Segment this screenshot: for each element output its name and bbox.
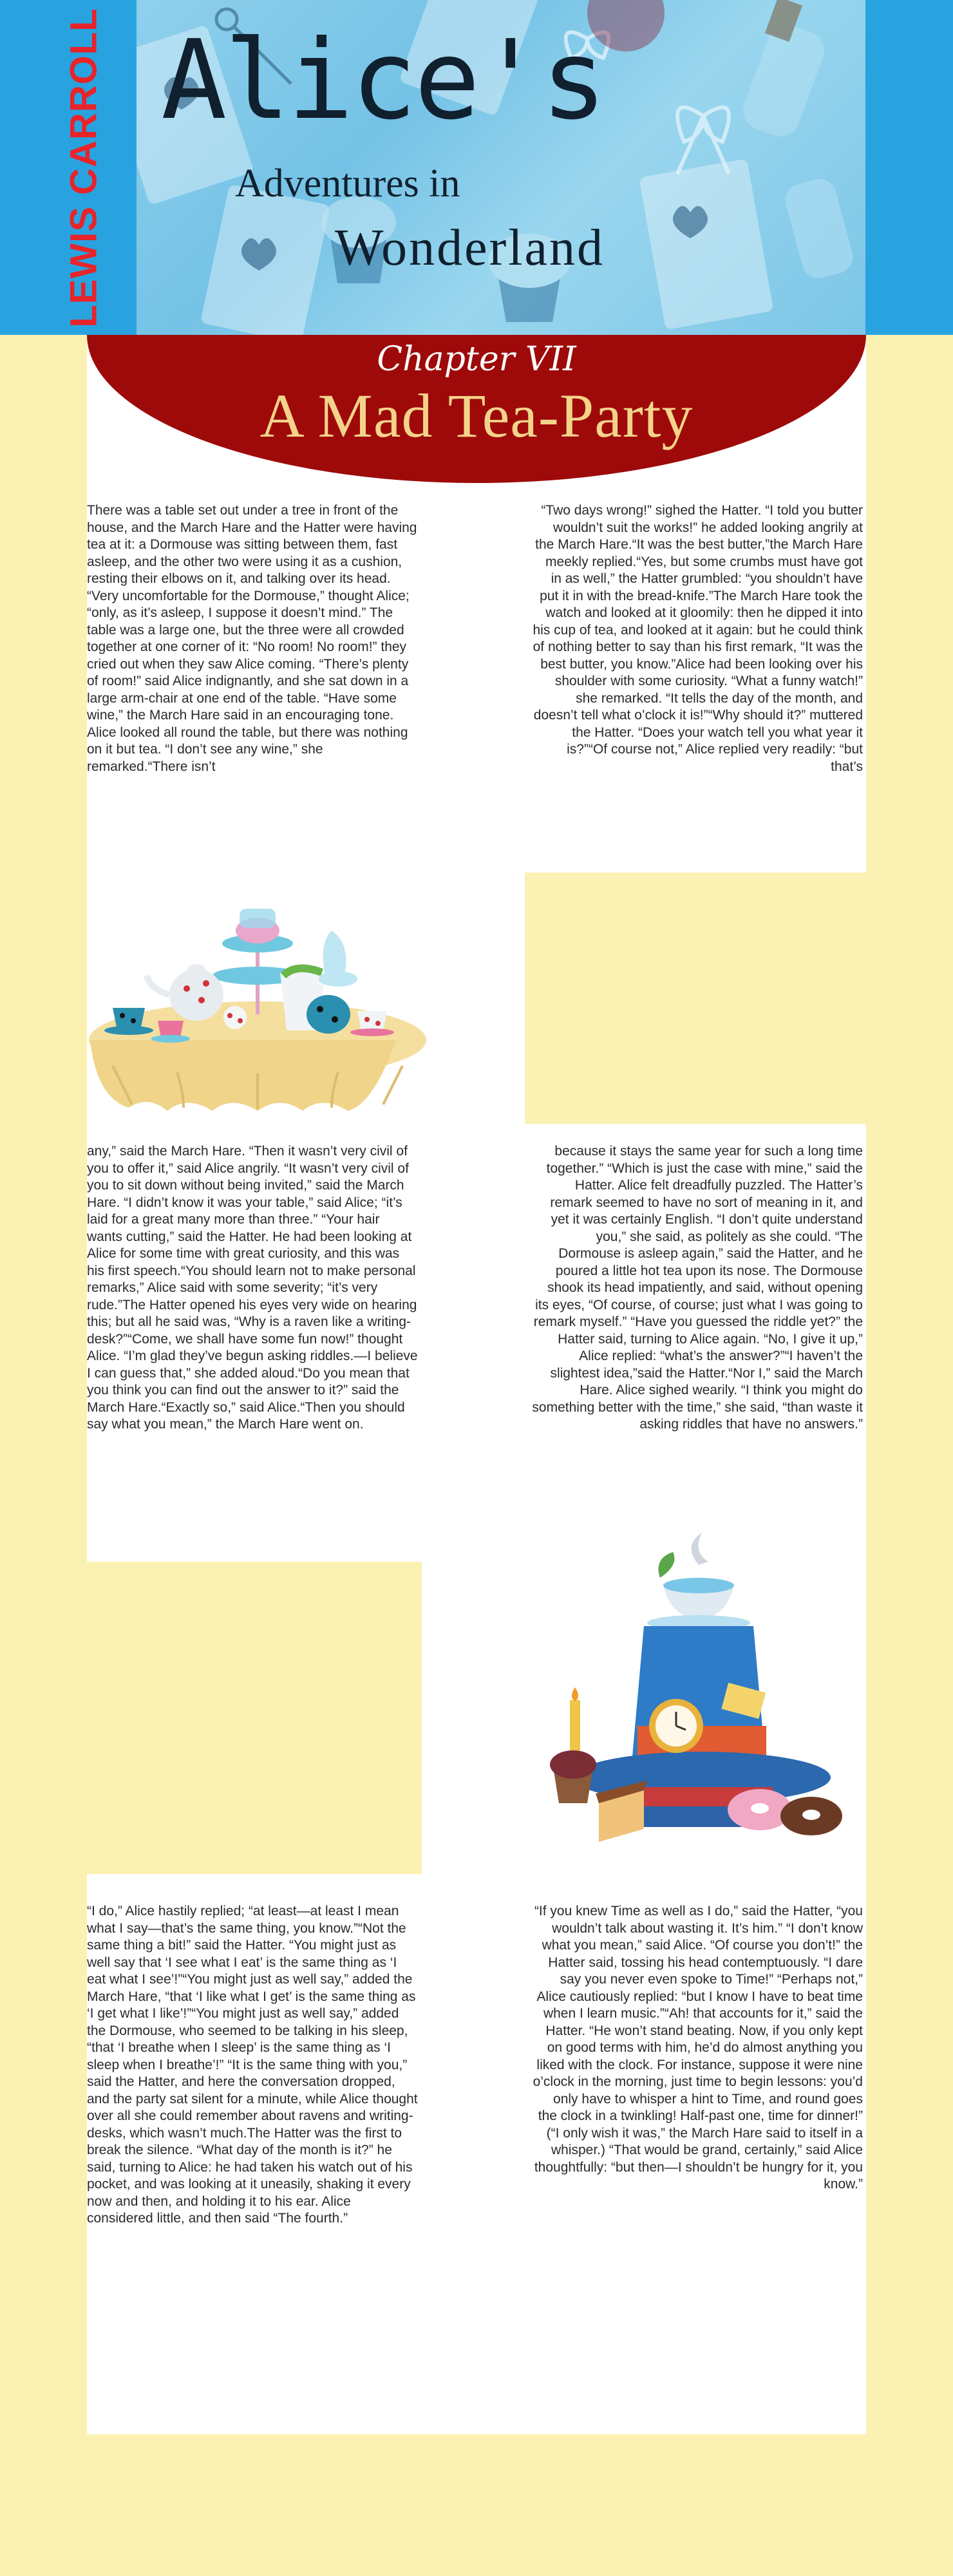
chapter-title: A Mad Tea-Party [259,381,694,450]
author-name: LEWIS CARROLL [62,7,105,328]
book-subtitle-line2: Wonderland [335,220,605,276]
layout-gap-right [525,873,866,1124]
book-title: Alice's [161,17,607,144]
book-subtitle-line1: Adventures in [235,162,460,205]
chapter-number: Chapter VII [377,340,576,379]
text-column-1-left: There was a table set out under a tree i… [87,503,417,774]
header-banner: LEWIS CARROLL Alice's Adventures in Wond… [0,0,953,335]
text-column-2-right: because it stays the same year for such … [532,1144,863,1432]
text-column-1-right: “Two days wrong!” sighed the Hatter. “I … [533,503,863,774]
layout-gap-left [87,1562,422,1874]
text-column-3-right: “If you knew Time as well as I do,” said… [533,1904,863,2192]
text-column-3-left: “I do,” Alice hastily replied; “at least… [87,1904,418,2226]
tea-table-illustration [87,905,428,1117]
text-column-2-left: any,” said the March Hare. “Then it wasn… [87,1144,418,1432]
mad-hatter-hat-illustration [547,1533,850,1855]
